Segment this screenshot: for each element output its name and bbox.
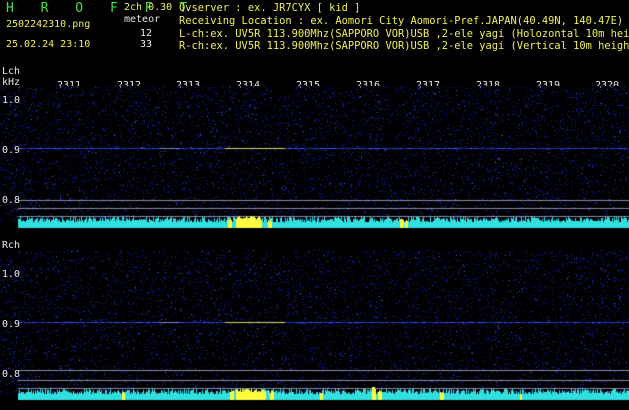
rch-channel-label: Rch	[2, 240, 21, 251]
date-time: 25.02.24 23:10	[6, 39, 91, 50]
rch-receiver-info: R-ch:ex. UV5R 113.900Mhz(SAPPORO VOR)USB…	[179, 40, 629, 52]
version-label: 2ch 0.30	[124, 2, 173, 13]
lch-freq-tick: 0.8	[2, 195, 21, 206]
lch-channel-label: Lch	[2, 66, 21, 77]
rch-meteor-count: 33	[139, 39, 152, 50]
rch-freq-tick: 0.9	[2, 319, 21, 330]
lch-meteor-count: 12	[139, 28, 152, 39]
rch-spectrogram	[0, 250, 629, 408]
observer-info: Ovserver : ex. JR7CYX [ kid ]	[179, 2, 361, 14]
meteor-label: meteor	[124, 14, 161, 25]
file-name: 2502242310.png	[6, 19, 91, 30]
rch-freq-tick: 1.0	[2, 269, 21, 280]
location-info: Receiving Location : ex. Aomori City Aom…	[179, 15, 624, 27]
lch-freq-tick: 0.9	[2, 145, 21, 156]
lch-freq-tick: 1.0	[2, 95, 21, 106]
lch-receiver-info: L-ch:ex. UV5R 113.900Mhz(SAPPORO VOR)USB…	[179, 28, 629, 40]
lch-spectrogram	[0, 86, 629, 232]
rch-freq-tick: 0.8	[2, 369, 21, 380]
